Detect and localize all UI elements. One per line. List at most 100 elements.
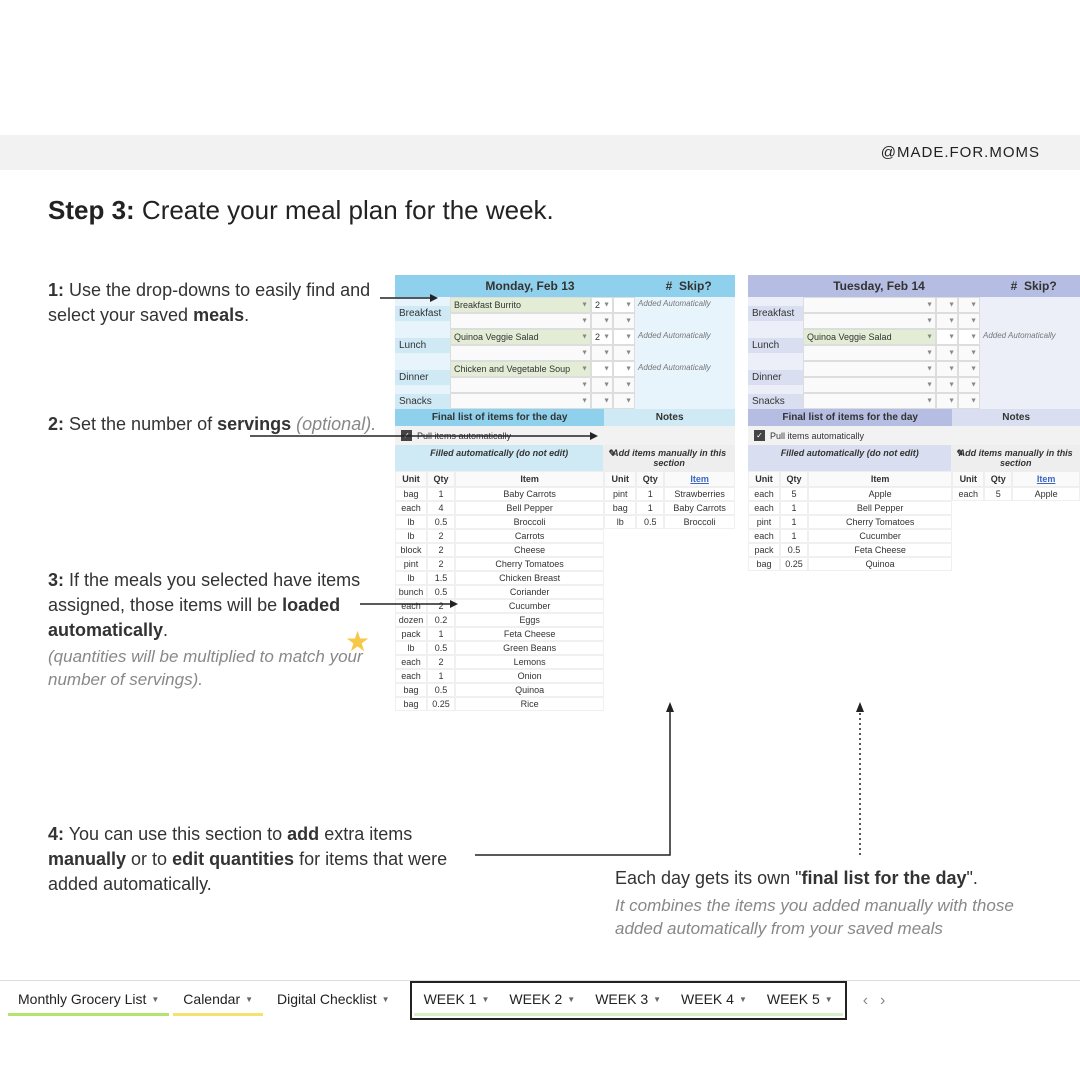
skip-dropdown[interactable]: ▼ xyxy=(613,313,635,329)
caret-icon: ▼ xyxy=(245,995,253,1004)
meal-label-dinner: Dinner xyxy=(748,370,803,385)
meal-grid-tuesday: Breakfast ▼ ▼ ▼ ▼ ▼ ▼ Lunch Quinoa Veggi… xyxy=(748,297,1080,409)
tab-monthly-grocery[interactable]: Monthly Grocery List▼ xyxy=(8,985,169,1016)
meal-dropdown[interactable]: ▼ xyxy=(450,377,591,393)
item-row: lb0.5Green Beans xyxy=(395,641,604,655)
week-tabs-group: WEEK 1▼ WEEK 2▼ WEEK 3▼ WEEK 4▼ WEEK 5▼ xyxy=(410,981,847,1020)
final-list-header: Final list of items for the day xyxy=(748,409,952,426)
meal-dropdown[interactable]: ▼ xyxy=(803,345,936,361)
meal-dropdown[interactable]: ▼ xyxy=(803,297,936,313)
skip-dropdown[interactable]: ▼ xyxy=(958,377,980,393)
item-row: pint2Cherry Tomatoes xyxy=(395,557,604,571)
tab-week-1[interactable]: WEEK 1▼ xyxy=(414,985,500,1016)
item-row: dozen0.2Eggs xyxy=(395,613,604,627)
item-row: bag0.25Quinoa xyxy=(748,557,952,571)
meal-dropdown[interactable]: ▼ xyxy=(803,361,936,377)
skip-dropdown[interactable]: ▼ xyxy=(958,361,980,377)
tab-week-5[interactable]: WEEK 5▼ xyxy=(757,985,843,1016)
item-row: lb0.5Broccoli xyxy=(604,515,735,529)
item-row: each1Cucumber xyxy=(748,529,952,543)
meal-label-lunch: Lunch xyxy=(395,338,450,353)
skip-dropdown[interactable]: ▼ xyxy=(958,297,980,313)
tab-digital-checklist[interactable]: Digital Checklist▼ xyxy=(267,985,400,1016)
skip-dropdown[interactable]: ▼ xyxy=(958,329,980,345)
meal-dropdown[interactable]: Chicken and Vegetable Soup▼ xyxy=(450,361,591,377)
item-row: each5Apple xyxy=(952,487,1080,501)
skip-dropdown[interactable]: ▼ xyxy=(958,345,980,361)
day-panel-tuesday: Tuesday, Feb 14 # Skip? Breakfast ▼ ▼ ▼ … xyxy=(748,275,1080,571)
nav-next-icon[interactable]: › xyxy=(880,992,885,1010)
meal-label-breakfast: Breakfast xyxy=(748,306,803,321)
meal-label-snacks: Snacks xyxy=(748,394,803,409)
meal-dropdown[interactable]: Breakfast Burrito▼ xyxy=(450,297,591,313)
caret-icon: ▼ xyxy=(382,995,390,1004)
qty-dropdown[interactable]: ▼ xyxy=(591,345,613,361)
qty-dropdown[interactable]: ▼ xyxy=(936,377,958,393)
instruction-2: 2: Set the number of servings (optional)… xyxy=(48,412,388,437)
qty-dropdown[interactable]: ▼ xyxy=(591,377,613,393)
qty-dropdown[interactable]: ▼ xyxy=(591,393,613,409)
item-row: each5Apple xyxy=(748,487,952,501)
skip-dropdown[interactable]: ▼ xyxy=(613,345,635,361)
added-auto-label: Added Automatically xyxy=(635,329,735,345)
meal-dropdown[interactable]: Quinoa Veggie Salad▼ xyxy=(450,329,591,345)
pencil-icon: ✎ xyxy=(607,448,615,459)
tab-calendar[interactable]: Calendar▼ xyxy=(173,985,263,1016)
instruction-3: 3: If the meals you selected have items … xyxy=(48,568,388,644)
meal-dropdown[interactable]: Quinoa Veggie Salad▼ xyxy=(803,329,936,345)
meal-dropdown[interactable]: ▼ xyxy=(450,393,591,409)
item-row: lb1.5Chicken Breast xyxy=(395,571,604,585)
qty-dropdown[interactable]: ▼ xyxy=(936,313,958,329)
skip-dropdown[interactable]: ▼ xyxy=(613,393,635,409)
item-row: each2Cucumber xyxy=(395,599,604,613)
day-header-monday: Monday, Feb 13 # Skip? xyxy=(395,275,735,297)
meal-label-lunch: Lunch xyxy=(748,338,803,353)
skip-dropdown[interactable]: ▼ xyxy=(958,393,980,409)
meal-label-snacks: Snacks xyxy=(395,394,450,409)
qty-dropdown[interactable]: ▼ xyxy=(936,361,958,377)
meal-dropdown[interactable]: ▼ xyxy=(803,313,936,329)
meal-dropdown[interactable]: ▼ xyxy=(803,377,936,393)
item-row: lb2Carrots xyxy=(395,529,604,543)
nav-prev-icon[interactable]: ‹ xyxy=(863,992,868,1010)
pull-items-checkbox[interactable]: ✓ xyxy=(401,430,412,441)
item-row: bag1Baby Carrots xyxy=(604,501,735,515)
item-row: pint1Cherry Tomatoes xyxy=(748,515,952,529)
item-row: each1Bell Pepper xyxy=(748,501,952,515)
item-row: pack0.5Feta Cheese xyxy=(748,543,952,557)
item-row: lb0.5Broccoli xyxy=(395,515,604,529)
qty-dropdown[interactable]: ▼ xyxy=(936,345,958,361)
pull-items-checkbox[interactable]: ✓ xyxy=(754,430,765,441)
qty-dropdown[interactable]: ▼ xyxy=(936,329,958,345)
auto-fill-header: Filled automatically (do not edit) xyxy=(395,445,603,471)
meal-dropdown[interactable]: ▼ xyxy=(450,313,591,329)
meal-label-breakfast: Breakfast xyxy=(395,306,450,321)
skip-dropdown[interactable]: ▼ xyxy=(958,313,980,329)
manual-fill-header: ✎Add items manually in this section xyxy=(603,445,735,471)
arrow-4 xyxy=(475,700,695,860)
tab-week-2[interactable]: WEEK 2▼ xyxy=(499,985,585,1016)
skip-dropdown[interactable]: ▼ xyxy=(613,377,635,393)
instruction-4: 4: You can use this section to add extra… xyxy=(48,822,468,898)
added-auto-label: Added Automatically xyxy=(635,361,735,377)
brand-band: @MADE.FOR.MOMS xyxy=(0,135,1080,170)
qty-dropdown[interactable]: 2▼ xyxy=(591,297,613,313)
meal-grid-monday: Breakfast Breakfast Burrito▼ 2▼ ▼ Added … xyxy=(395,297,735,409)
qty-dropdown[interactable]: 2▼ xyxy=(591,329,613,345)
manual-fill-header: ✎Add items manually in this section xyxy=(951,445,1080,471)
tab-week-3[interactable]: WEEK 3▼ xyxy=(585,985,671,1016)
meal-dropdown[interactable]: ▼ xyxy=(450,345,591,361)
added-auto-label: Added Automatically xyxy=(980,329,1080,345)
instruction-day-note: Each day gets its own "final list for th… xyxy=(615,866,1065,941)
meal-dropdown[interactable]: ▼ xyxy=(803,393,936,409)
skip-dropdown[interactable]: ▼ xyxy=(613,329,635,345)
day-header-tuesday: Tuesday, Feb 14 # Skip? xyxy=(748,275,1080,297)
qty-dropdown[interactable]: ▼ xyxy=(591,361,613,377)
skip-dropdown[interactable]: ▼ xyxy=(613,361,635,377)
tab-week-4[interactable]: WEEK 4▼ xyxy=(671,985,757,1016)
qty-dropdown[interactable]: ▼ xyxy=(936,393,958,409)
sheet-tab-bar: Monthly Grocery List▼ Calendar▼ Digital … xyxy=(0,980,1080,1020)
qty-dropdown[interactable]: ▼ xyxy=(936,297,958,313)
skip-dropdown[interactable]: ▼ xyxy=(613,297,635,313)
qty-dropdown[interactable]: ▼ xyxy=(591,313,613,329)
